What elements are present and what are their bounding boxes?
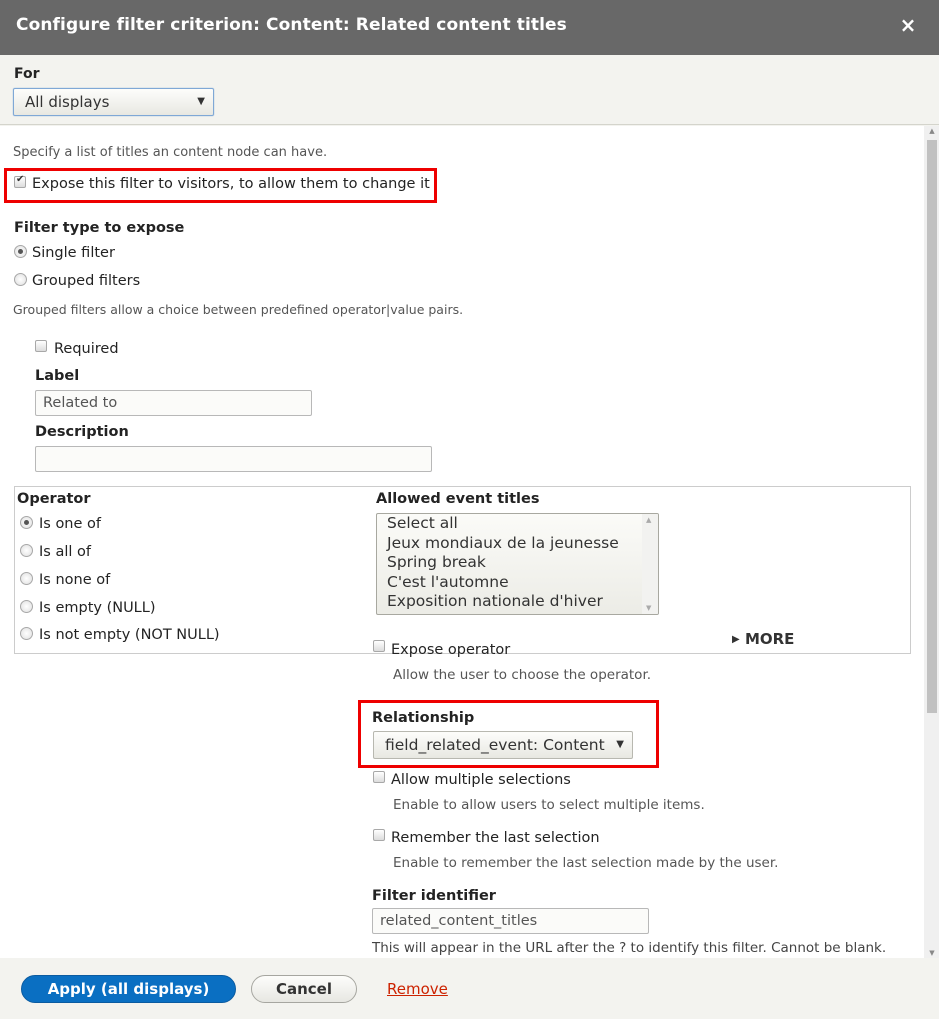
filter-type-heading: Filter type to expose bbox=[14, 220, 185, 236]
scroll-up-icon[interactable]: ▲ bbox=[646, 516, 651, 524]
relationship-label: Relationship bbox=[372, 710, 475, 726]
grouped-filters-help: Grouped filters allow a choice between p… bbox=[13, 302, 464, 317]
label-field-label: Label bbox=[35, 368, 80, 384]
apply-button[interactable]: Apply (all displays) bbox=[21, 975, 236, 1003]
radio-is-all-of-label: Is all of bbox=[39, 544, 91, 560]
filter-identifier-help: This will appear in the URL after the ? … bbox=[372, 940, 887, 956]
expose-operator-checkbox[interactable] bbox=[373, 640, 385, 652]
radio-grouped-filters[interactable] bbox=[14, 273, 27, 286]
remember-selection-help: Enable to remember the last selection ma… bbox=[393, 855, 779, 871]
for-label: For bbox=[14, 66, 40, 82]
allowed-titles-heading: Allowed event titles bbox=[376, 491, 540, 507]
filter-description: Specify a list of titles an content node… bbox=[13, 145, 328, 160]
for-select[interactable]: All displays ▼ bbox=[13, 88, 214, 116]
remove-link[interactable]: Remove bbox=[387, 980, 448, 998]
listbox-option[interactable]: Jeux mondiaux de la jeunesse bbox=[377, 534, 658, 554]
expose-operator-help: Allow the user to choose the operator. bbox=[393, 667, 652, 683]
radio-single-filter-label: Single filter bbox=[32, 245, 115, 261]
filter-identifier-label: Filter identifier bbox=[372, 888, 496, 904]
listbox-option[interactable]: Spring break bbox=[377, 553, 658, 573]
radio-is-empty-label: Is empty (NULL) bbox=[39, 600, 156, 616]
allow-multiple-label: Allow multiple selections bbox=[391, 772, 571, 788]
chevron-down-icon: ▼ bbox=[616, 739, 624, 750]
content-scrollbar[interactable]: ▲ ▼ bbox=[924, 126, 939, 958]
for-section: For All displays ▼ bbox=[0, 55, 939, 125]
listbox-scrollbar[interactable]: ▲ ▼ bbox=[642, 514, 658, 614]
close-icon[interactable]: × bbox=[897, 12, 919, 38]
radio-is-all-of[interactable] bbox=[20, 544, 33, 557]
operator-heading: Operator bbox=[17, 491, 91, 507]
radio-is-one-of[interactable] bbox=[20, 516, 33, 529]
required-checkbox[interactable] bbox=[35, 340, 47, 352]
expose-checkbox-label: Expose this filter to visitors, to allow… bbox=[32, 176, 430, 192]
radio-is-empty[interactable] bbox=[20, 600, 33, 613]
expose-operator-label: Expose operator bbox=[391, 642, 511, 658]
radio-is-one-of-label: Is one of bbox=[39, 516, 102, 532]
allow-multiple-help: Enable to allow users to select multiple… bbox=[393, 797, 705, 813]
scrollbar-thumb[interactable] bbox=[927, 140, 937, 713]
allow-multiple-checkbox[interactable] bbox=[373, 771, 385, 783]
radio-is-not-empty[interactable] bbox=[20, 627, 33, 640]
scroll-down-icon[interactable]: ▼ bbox=[927, 949, 937, 957]
triangle-right-icon: ▶ bbox=[732, 634, 740, 645]
chevron-down-icon: ▼ bbox=[197, 96, 205, 107]
remember-selection-label: Remember the last selection bbox=[391, 830, 600, 846]
description-input[interactable] bbox=[35, 446, 432, 472]
for-select-value: All displays bbox=[25, 93, 110, 111]
expose-checkbox[interactable] bbox=[14, 174, 26, 188]
dialog-content: Specify a list of titles an content node… bbox=[0, 126, 924, 958]
scroll-down-icon[interactable]: ▼ bbox=[646, 604, 651, 612]
radio-single-filter[interactable] bbox=[14, 245, 27, 258]
listbox-option[interactable]: C'est l'automne bbox=[377, 573, 658, 593]
dialog-titlebar: Configure filter criterion: Content: Rel… bbox=[0, 0, 939, 55]
required-label: Required bbox=[54, 341, 119, 357]
cancel-button[interactable]: Cancel bbox=[251, 975, 357, 1003]
radio-is-none-of-label: Is none of bbox=[39, 572, 111, 588]
filter-identifier-input[interactable]: related_content_titles bbox=[372, 908, 649, 934]
radio-is-none-of[interactable] bbox=[20, 572, 33, 585]
listbox-option[interactable]: Exposition nationale d'hiver bbox=[377, 592, 658, 612]
more-toggle[interactable]: ▶ MORE bbox=[732, 630, 794, 648]
radio-is-not-empty-label: Is not empty (NOT NULL) bbox=[39, 627, 220, 643]
allowed-titles-listbox[interactable]: Select all Jeux mondiaux de la jeunesse … bbox=[376, 513, 659, 615]
scroll-up-icon[interactable]: ▲ bbox=[927, 127, 937, 135]
relationship-select-value: field_related_event: Content bbox=[385, 736, 605, 754]
relationship-select[interactable]: field_related_event: Content ▼ bbox=[373, 731, 633, 759]
label-input[interactable]: Related to bbox=[35, 390, 312, 416]
radio-grouped-filters-label: Grouped filters bbox=[32, 273, 141, 289]
description-field-label: Description bbox=[35, 424, 129, 440]
dialog-title: Configure filter criterion: Content: Rel… bbox=[16, 15, 567, 35]
remember-selection-checkbox[interactable] bbox=[373, 829, 385, 841]
listbox-option[interactable]: Select all bbox=[377, 514, 658, 534]
dialog-footer: Apply (all displays) Cancel Remove bbox=[0, 958, 939, 1019]
more-label: MORE bbox=[744, 630, 795, 648]
